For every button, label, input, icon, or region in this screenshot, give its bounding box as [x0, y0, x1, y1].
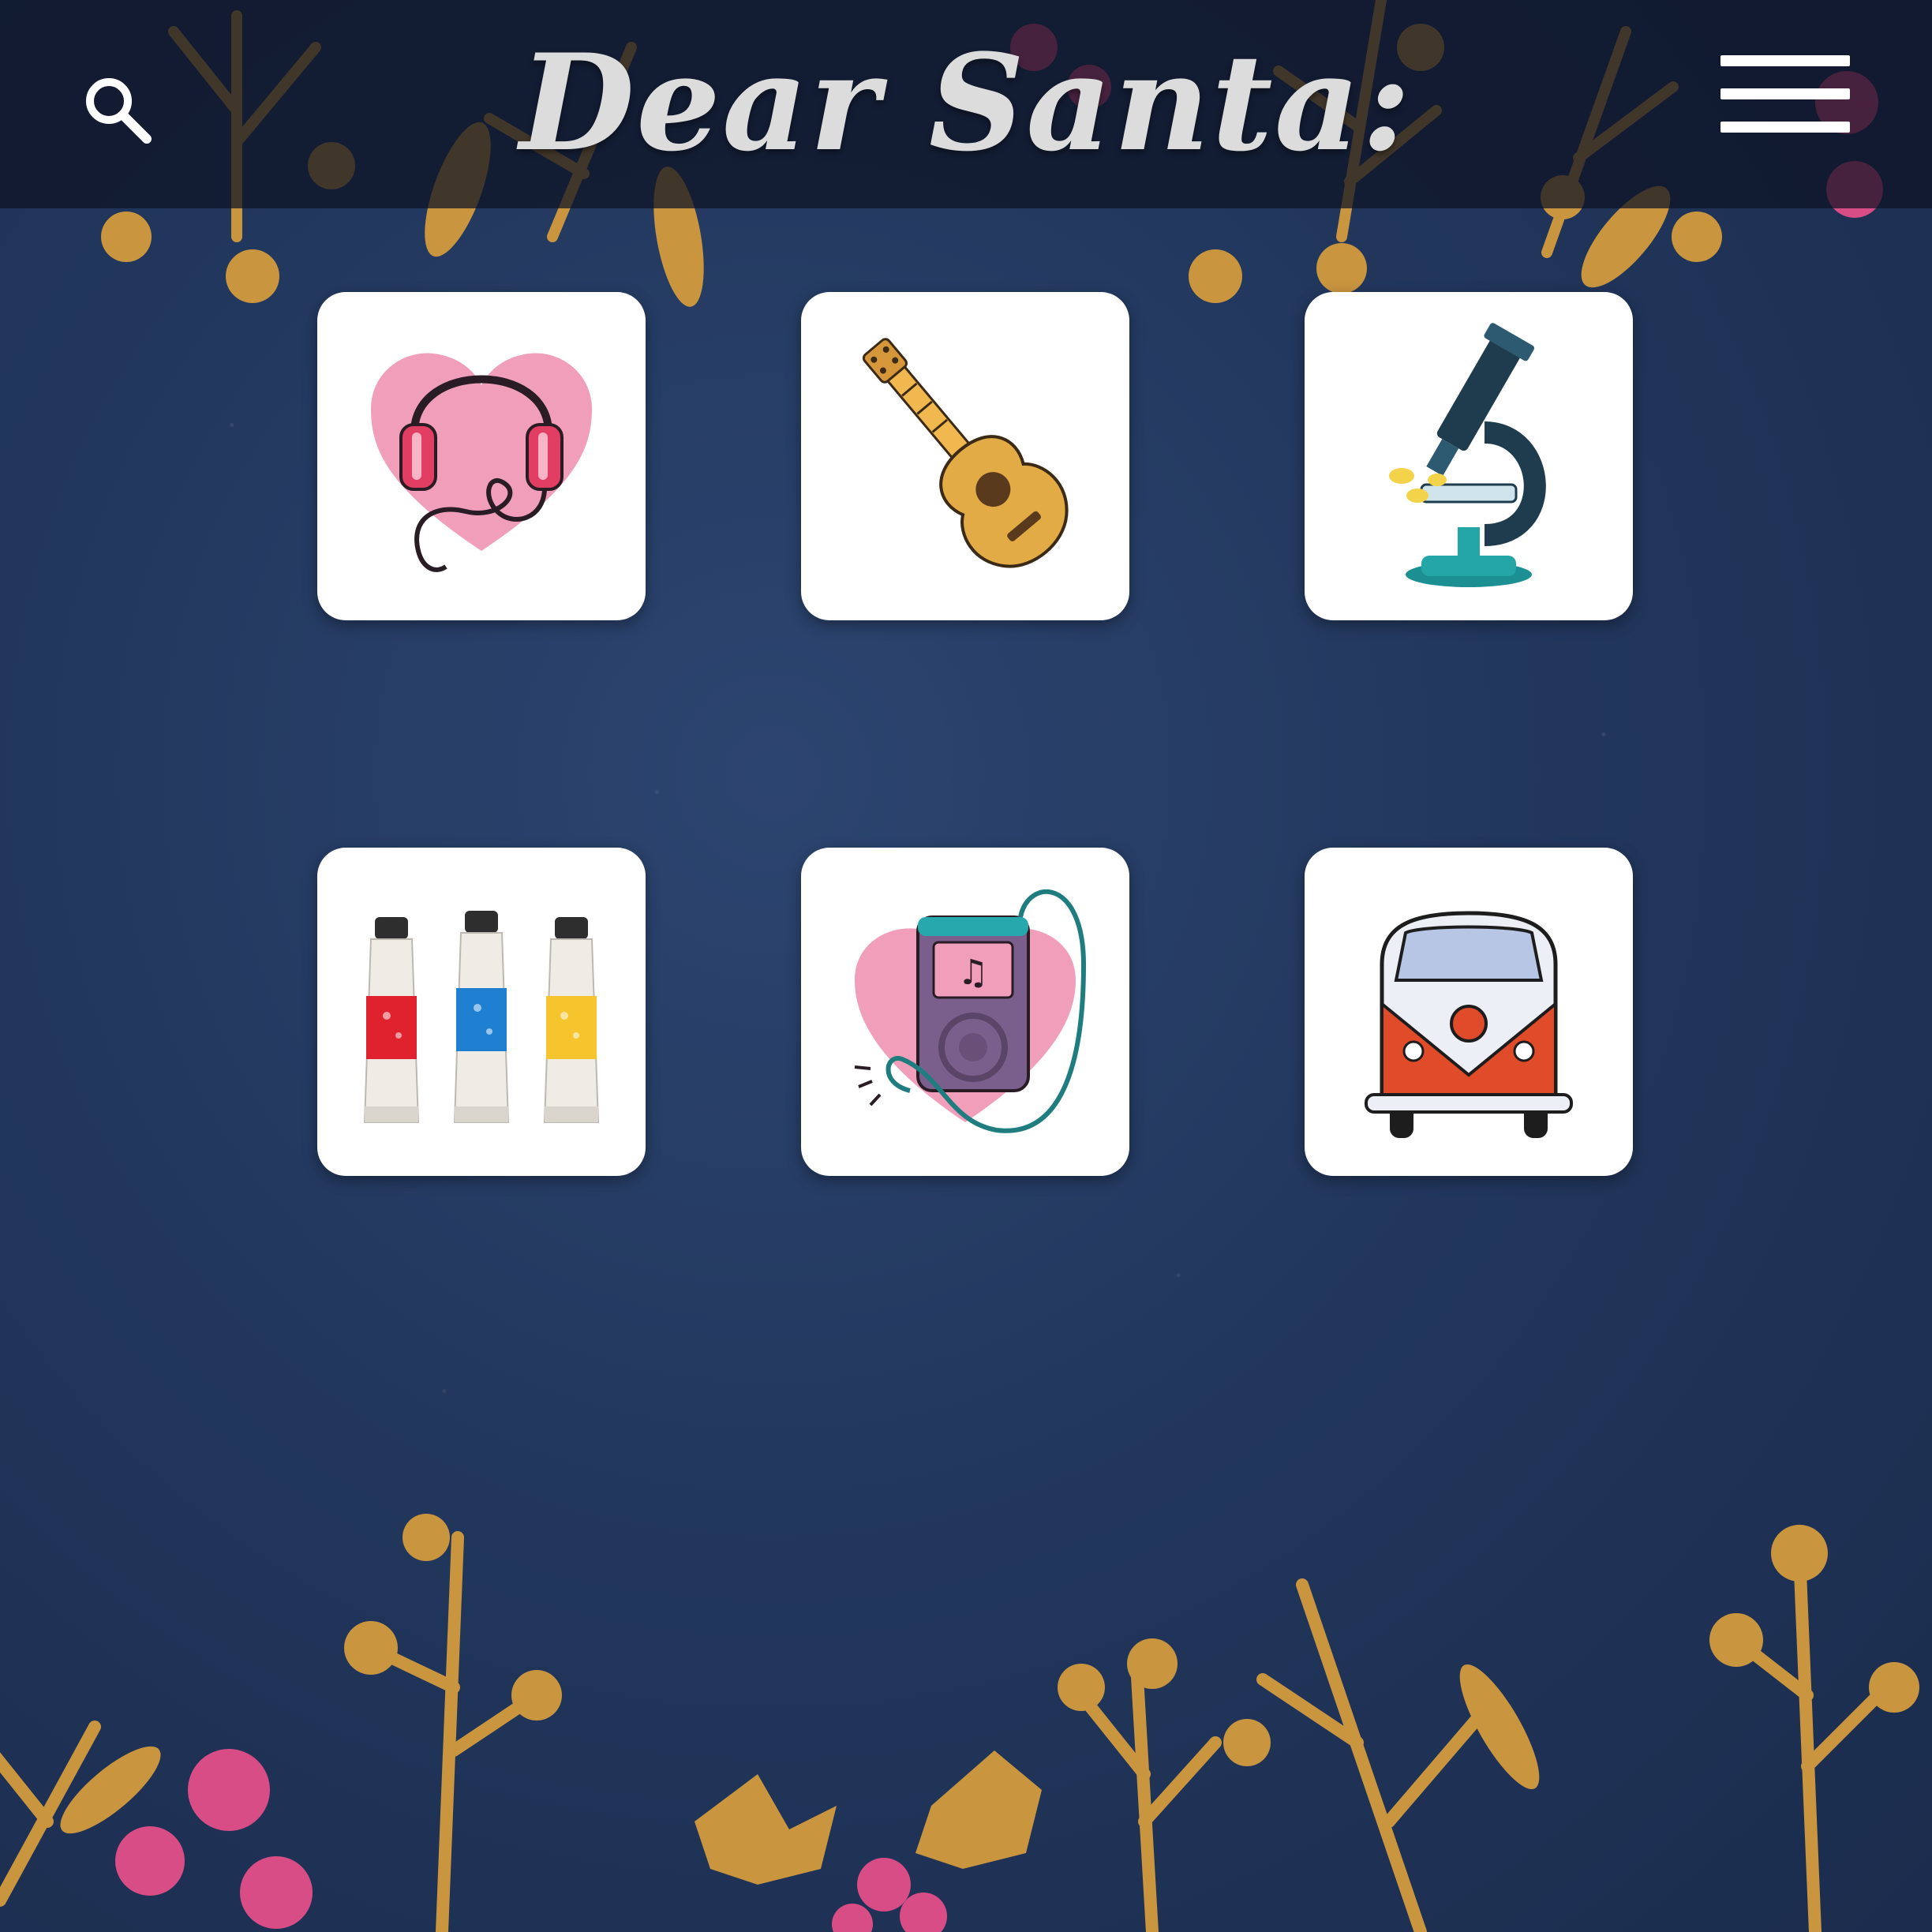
heart-headphones-icon [371, 353, 592, 572]
gift-tile-guitar[interactable] [801, 292, 1129, 620]
menu-button[interactable] [1714, 51, 1853, 145]
gift-tile-headphones[interactable] [317, 292, 646, 620]
microscope-icon [1389, 323, 1546, 587]
bottom-foliage-decoration [0, 1514, 1919, 1932]
svg-text:♫: ♫ [957, 953, 988, 993]
hamburger-menu-icon-line-middle [1720, 88, 1850, 99]
music-player-icon: ♫ [854, 889, 1087, 1133]
header-bar: Dear Santa: [0, 0, 1932, 208]
gift-tile-paints[interactable] [317, 848, 646, 1176]
paint-tubes-icon [363, 911, 600, 1123]
hamburger-menu-icon-line-top [1720, 55, 1850, 66]
guitar-icon [862, 338, 1069, 568]
camper-van-icon [1365, 911, 1573, 1138]
gift-tile-music-player[interactable]: ♫ [801, 848, 1129, 1176]
gift-tile-camper-van[interactable] [1305, 848, 1633, 1176]
page-title: Dear Santa: [519, 24, 1413, 181]
hamburger-menu-icon-line-bottom [1720, 122, 1850, 133]
gift-tile-microscope[interactable] [1305, 292, 1633, 620]
